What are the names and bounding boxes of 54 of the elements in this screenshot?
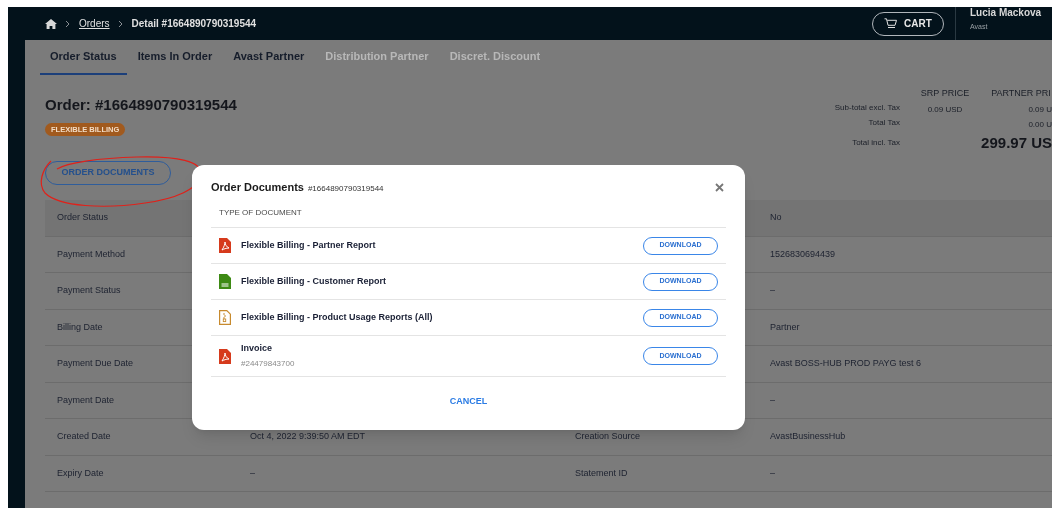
breadcrumb-current: Detail #1664890790319544 — [131, 17, 257, 31]
detail-value: – — [250, 466, 255, 480]
tab[interactable]: Order Status — [40, 40, 127, 75]
price-value: 0.00 U — [1027, 118, 1052, 131]
pdf-file-icon — [219, 238, 231, 253]
price-label: Total incl. Tax — [851, 137, 900, 150]
price-column-header: SRP PRICE — [919, 87, 971, 100]
detail-value: AvastBusinessHub — [770, 430, 846, 443]
detail-value: Avast BOSS-HUB PROD PAYG test 6 — [770, 357, 922, 370]
detail-value: No — [770, 211, 782, 224]
cancel-button[interactable]: CANCEL — [449, 395, 488, 409]
archive-file-icon — [219, 310, 231, 325]
detail-value: Partner — [770, 320, 800, 334]
detail-value: 1526830694439 — [770, 247, 836, 261]
detail-label: Order Status — [57, 211, 109, 224]
detail-label: Creation Source — [575, 430, 641, 443]
breadcrumb-link[interactable]: Orders — [79, 16, 110, 31]
home-icon[interactable] — [45, 18, 57, 29]
dialog-title: Order Documents — [211, 179, 304, 195]
user-name: Lucia Mackova — [970, 7, 1043, 19]
cart-icon — [884, 18, 898, 29]
detail-label: Expiry Date — [57, 466, 104, 480]
chevron-icon — [117, 19, 124, 28]
price-value: 0.09 U — [1027, 103, 1052, 116]
detail-label: Payment Due Date — [57, 357, 134, 370]
order-title: Order: #1664890790319544 — [45, 95, 237, 115]
total-price: 299.97 US — [980, 133, 1052, 153]
price-value: 0.09 USD — [926, 103, 964, 116]
column-header: TYPE OF DOCUMENT — [218, 207, 303, 219]
detail-value: Oct 4, 2022 9:39:50 AM EDT — [250, 430, 366, 443]
order-number: #1664890790319544 — [307, 182, 384, 195]
detail-value: – — [770, 466, 775, 480]
detail-value: – — [770, 284, 775, 297]
document-number: #24479843700 — [241, 358, 296, 371]
detail-value: – — [770, 393, 775, 407]
price-column-header: PARTNER PRI — [990, 87, 1052, 100]
detail-label: Payment Date — [57, 393, 115, 407]
detail-label: Created Date — [57, 430, 111, 443]
document-name: Invoice — [241, 341, 273, 355]
detail-label: Payment Status — [57, 284, 121, 297]
tab[interactable]: Avast Partner — [223, 40, 315, 75]
detail-label: Billing Date — [57, 320, 103, 334]
price-label: Total Tax — [867, 117, 900, 129]
document-name: Flexible Billing - Partner Report — [241, 238, 377, 252]
chevron-icon — [65, 19, 71, 28]
tab[interactable]: Items In Order — [127, 40, 223, 75]
detail-label: Payment Method — [57, 247, 126, 261]
price-label: Sub-total excl. Tax — [834, 102, 900, 114]
document-name: Flexible Billing - Product Usage Reports (All) — [241, 310, 434, 324]
close-button[interactable] — [712, 180, 726, 194]
document-name: Flexible Billing - Customer Report — [241, 274, 387, 288]
pdf-file-icon — [219, 348, 231, 364]
detail-label: Statement ID — [575, 466, 628, 480]
spreadsheet-file-icon — [219, 274, 231, 289]
